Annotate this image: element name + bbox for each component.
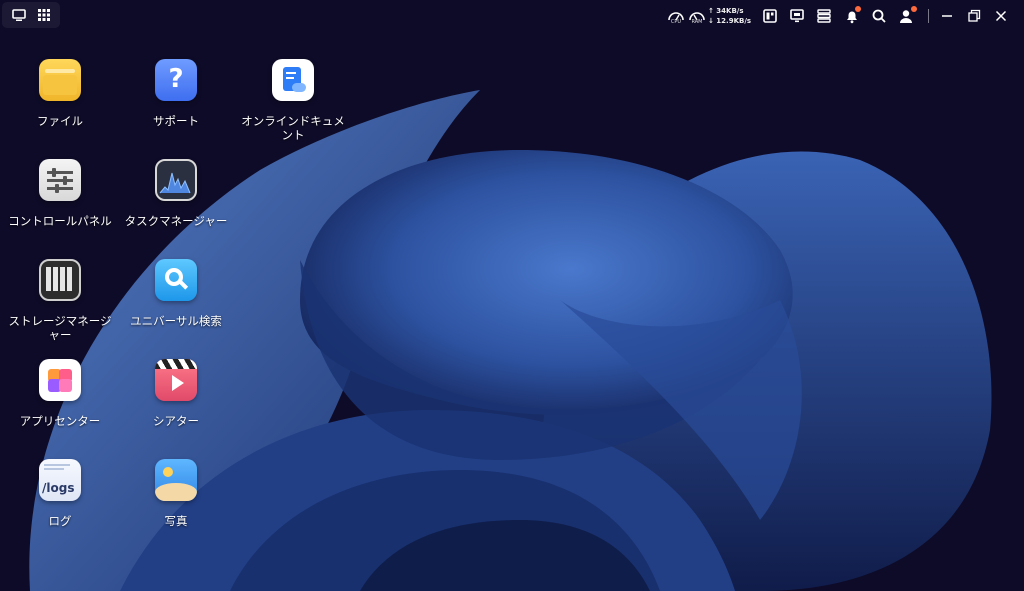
desktop-item-support[interactable]: ? サポート: [120, 59, 232, 128]
logs-icon-text: /logs: [42, 481, 75, 495]
desktop-item-label: ログ: [48, 514, 72, 528]
storage-manager-icon: [39, 259, 81, 301]
desktop-item-label: オンラインドキュメント: [241, 114, 345, 142]
desktop-item-logs[interactable]: /logs ログ: [4, 459, 116, 528]
desktop-item-photos[interactable]: 写真: [120, 459, 232, 528]
online-doc-icon: [272, 59, 314, 101]
search-icon[interactable]: [870, 7, 888, 25]
app-center-icon: [39, 359, 81, 401]
top-bar: CPU RAM ↑ 34KB/s ↓ 12.9KB/s: [0, 0, 1024, 32]
user-badge: [911, 6, 917, 12]
folder-icon: [39, 59, 81, 101]
desktop-item-control-panel[interactable]: コントロールパネル: [4, 159, 116, 228]
minimize-icon[interactable]: [938, 7, 956, 25]
desktop-item-files[interactable]: ファイル: [4, 59, 116, 128]
desktop-item-theater[interactable]: シアター: [120, 359, 232, 428]
desktop-item-label: サポート: [153, 114, 199, 128]
desktop-item-label: ストレージマネージャー: [8, 314, 112, 342]
desktop-item-storage-manager[interactable]: ストレージマネージャー: [4, 259, 116, 342]
upload-speed: ↑ 34KB/s: [708, 7, 744, 15]
control-panel-icon: [39, 159, 81, 201]
network-speed[interactable]: ↑ 34KB/s ↓ 12.9KB/s: [708, 6, 760, 28]
server-list-icon[interactable]: [815, 7, 833, 25]
cpu-label: CPU: [670, 19, 682, 25]
desktop-item-task-manager[interactable]: タスクマネージャー: [120, 159, 232, 228]
desktop-item-label: アプリセンター: [19, 414, 101, 428]
apps-grid-icon[interactable]: [36, 7, 52, 23]
help-icon: ?: [155, 59, 197, 101]
photos-icon: [155, 459, 197, 501]
ram-label: RAM: [691, 19, 703, 25]
desktop-item-label: ファイル: [37, 114, 83, 128]
monitor-icon[interactable]: [788, 7, 806, 25]
desktop-item-label: シアター: [153, 414, 199, 428]
widget-icon[interactable]: [761, 7, 779, 25]
logs-icon: /logs: [39, 459, 81, 501]
universal-search-icon: [155, 259, 197, 301]
theater-icon: [155, 359, 197, 401]
desktop-item-universal-search[interactable]: ユニバーサル検索: [120, 259, 232, 328]
notification-badge: [855, 6, 861, 12]
notifications-button[interactable]: [843, 6, 861, 25]
launcher-group: [2, 2, 60, 28]
desktop-icon[interactable]: [11, 7, 27, 23]
close-icon[interactable]: [992, 7, 1010, 25]
desktop-item-label: ユニバーサル検索: [130, 314, 222, 328]
divider: [928, 9, 929, 23]
desktop-item-app-center[interactable]: アプリセンター: [4, 359, 116, 428]
desktop-item-online-docs[interactable]: オンラインドキュメント: [237, 59, 349, 142]
ram-meter[interactable]: RAM: [688, 7, 706, 27]
task-manager-icon: [155, 159, 197, 201]
desktop-item-label: 写真: [164, 514, 188, 528]
desktop-item-label: コントロールパネル: [8, 214, 112, 228]
download-speed: ↓ 12.9KB/s: [708, 17, 752, 25]
restore-icon[interactable]: [965, 7, 983, 25]
cpu-meter[interactable]: CPU: [667, 7, 685, 27]
user-menu-button[interactable]: [898, 6, 917, 25]
desktop-item-label: タスクマネージャー: [124, 214, 228, 228]
